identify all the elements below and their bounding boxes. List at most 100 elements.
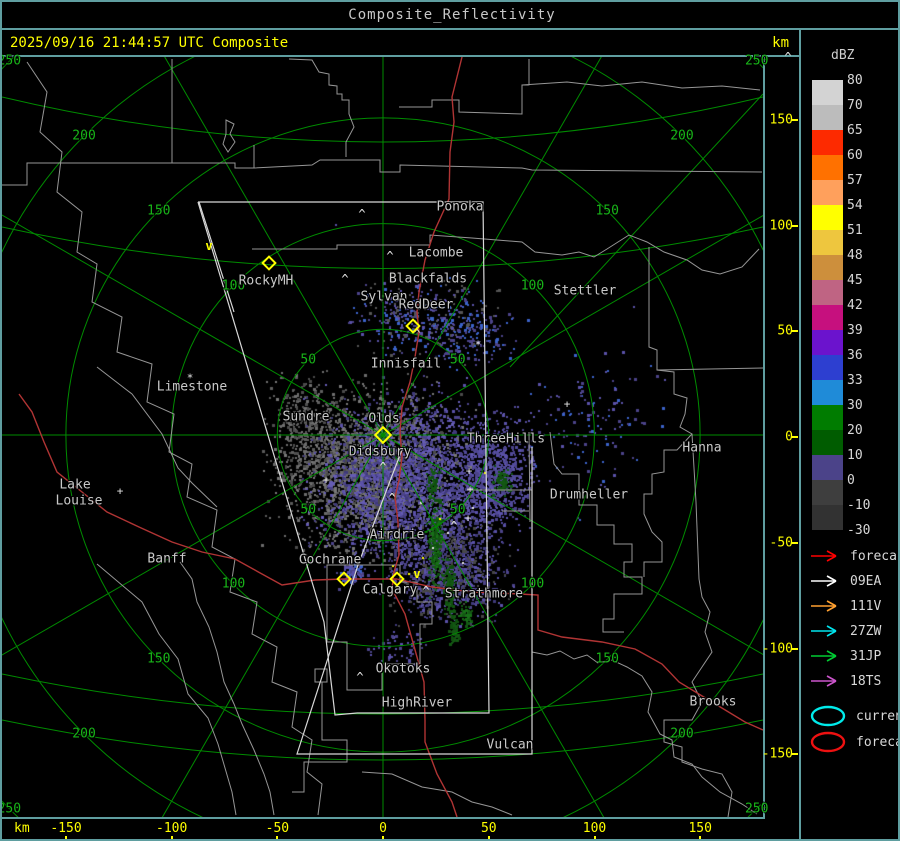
dbz-cell-label: 45 [847,274,887,287]
dbz-cell-label: 33 [847,374,887,387]
boundary-line [289,59,354,157]
dbz-cell [812,155,843,180]
current-ellipse-icon [809,704,849,728]
dbz-cell-label: 48 [847,249,887,262]
city-label-olds: Olds [368,412,399,427]
boundary-line [664,434,732,817]
ring-distance-label: 50 [300,353,316,368]
dbz-cell [812,230,843,255]
legend-row-111V: 111V [809,598,881,614]
track-arrow-icon [809,624,843,638]
ring-distance-label: 150 [147,652,170,667]
graticule-line [510,94,763,367]
dbz-cell-label: 39 [847,324,887,337]
city-label-reddeer: RedDeer [399,298,454,313]
city-label-innisfail: Innisfail [371,357,441,372]
right-axis-label: -150 [762,747,793,762]
legend-row-09EA: 09EA [809,573,881,589]
dbz-cell-label: 54 [847,199,887,212]
city-label-lacombe: Lacombe [409,246,464,261]
timestamp-label: 2025/09/16 21:44:57 UTC Composite [10,35,772,51]
radar-map-view[interactable]: 5050505010010010010015015015015020020020… [2,57,765,819]
bottom-axis-label: 100 [583,821,606,836]
boundary-line [223,120,235,152]
dbz-cell [812,430,843,455]
town-marker: + [467,483,474,496]
bottom-axis-tick [699,836,701,841]
boundary-line [180,562,274,815]
dbz-bottom-label: -30 [847,524,887,537]
city-label-airdrie: Airdrie [370,528,425,543]
city-label-threehills: ThreeHills [467,432,545,447]
town-marker: + [323,474,330,487]
town-marker: + [564,398,571,411]
city-label-drumheller: Drumheller [550,488,628,503]
dbz-cell [812,205,843,230]
bottom-axis-label: -100 [156,821,187,836]
right-axis-tick [791,753,798,755]
boundary-line [532,651,757,814]
legend-row-ellipse-forecast: forecast [809,731,900,753]
town-marker: ^ [341,272,348,286]
city-label-ponoka: Ponoka [437,200,484,215]
boundary-line [2,59,762,185]
dbz-scale-title: dBZ [831,48,854,63]
legend-row-18TS: 18TS [809,673,881,689]
ring-distance-label: 150 [595,652,618,667]
dbz-cell-label: 0 [847,474,887,487]
dbz-cell [812,405,843,430]
city-label-blackfalds: Blackfalds [389,272,467,287]
town-marker: ^ [358,207,365,221]
legend-label: 27ZW [850,624,881,639]
ring-distance-label: 100 [222,577,245,592]
bottom-axis-label: -150 [50,821,81,836]
top-unit-label: km [772,35,789,51]
boundary-line [550,432,642,632]
dbz-cell-label: 65 [847,124,887,137]
ring-distance-label: 50 [450,353,466,368]
dbz-cell [812,255,843,280]
town-marker: + [466,465,473,478]
city-label-strathmore: Strathmore [445,587,523,602]
legend-row-forecast: forecast [809,548,900,564]
ring-distance-label: 150 [595,203,618,218]
legend-label: 09EA [850,574,881,589]
city-label-cochrane: Cochrane [299,553,362,568]
colorscale-legend-panel: dBZ 807065605754514845423936333020100-10… [799,30,900,841]
right-axis-tick [791,542,798,544]
city-label-rockymh: RockyMH [239,274,294,289]
right-axis-label: 100 [770,218,793,233]
town-marker: ^ [386,249,393,263]
city-label-hanna: Hanna [682,441,721,456]
ring-distance-label: 200 [72,129,95,144]
bottom-axis-tick [594,836,596,841]
legend-label: 111V [850,599,881,614]
track-arrow-icon [809,599,843,613]
bottom-axis-tick [488,836,490,841]
bottom-axis-label: 50 [481,821,497,836]
city-label-vulcan: Vulcan [487,738,534,753]
radar-sector-outline [199,202,234,312]
town-marker: + [117,485,124,498]
timestamp-bar: 2025/09/16 21:44:57 UTC Composite km [2,30,799,57]
dbz-cell [812,180,843,205]
city-label-louise: Louise [56,494,103,509]
ring-distance-label: 200 [670,726,693,741]
legend-label: current [856,709,900,724]
bottom-axis-tick [171,836,173,841]
dbz-cell [812,480,843,505]
dbz-cell [812,105,843,130]
city-label-highriver: HighRiver [382,696,452,711]
boundary-line [657,368,763,370]
legend-row-27ZW: 27ZW [809,623,881,639]
city-label-didsbury: Didsbury [349,445,412,460]
legend-label: forecast [856,735,900,750]
city-label-stettler: Stettler [554,284,617,299]
dbz-cell [812,80,843,105]
legend-label: forecast [850,549,900,564]
ring-distance-label: 50 [300,502,316,517]
city-label-calgary: Calgary [363,583,418,598]
dbz-cell-label: 57 [847,174,887,187]
ring-distance-label: 100 [521,278,544,293]
ring-distance-label: 150 [147,203,170,218]
